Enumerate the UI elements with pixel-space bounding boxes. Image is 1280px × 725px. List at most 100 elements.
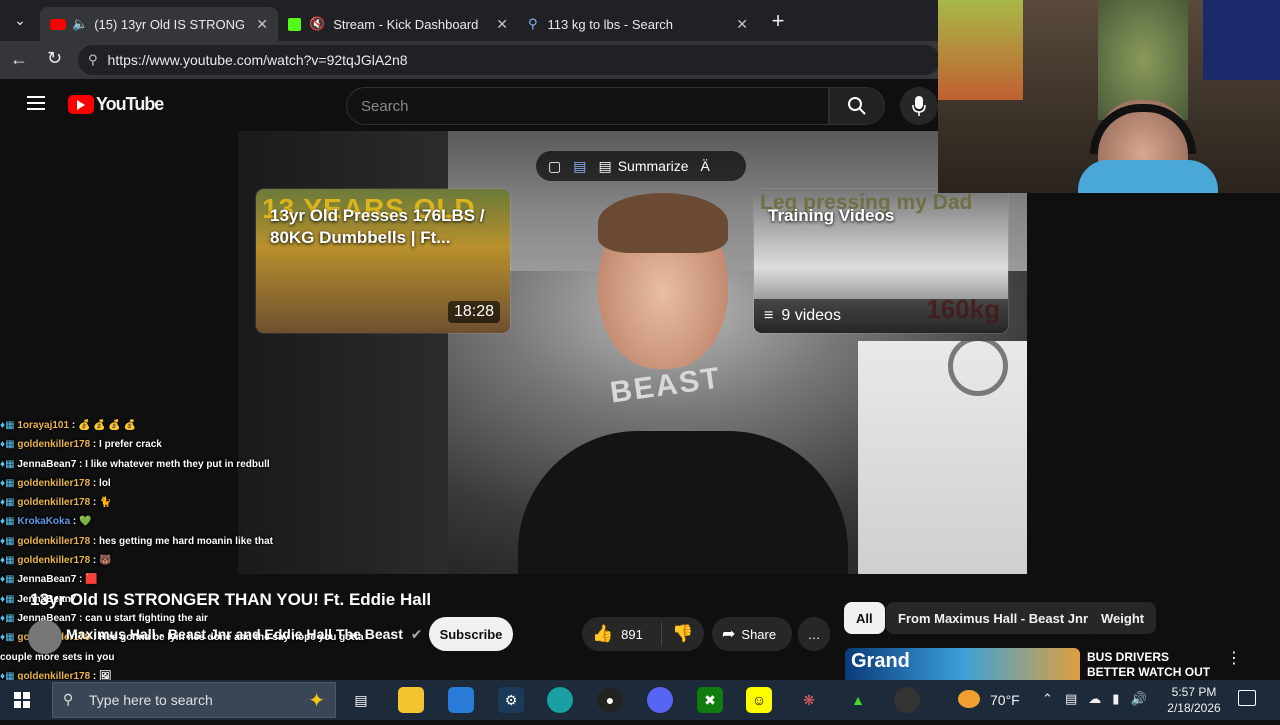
chat-message: ♦▦ goldenkiller178 : lol — [0, 477, 111, 489]
clock[interactable]: 5:57 PM 2/18/2026 — [1158, 684, 1230, 716]
chat-message-text: hes getting me hard moanin like that — [99, 535, 273, 547]
muted-speaker-icon[interactable]: 🔇 — [309, 16, 325, 32]
search-input[interactable]: Search — [346, 87, 829, 125]
more-horizontal-icon: … — [807, 626, 821, 642]
chat-message-text: I prefer crack — [99, 439, 162, 451]
summarize-button[interactable]: ▤ Summarize — [598, 158, 688, 175]
voice-search-button[interactable] — [900, 87, 938, 125]
obs-icon[interactable]: ● — [597, 687, 623, 713]
video-title: 13yr Old IS STRONGER THAN YOU! Ft. Eddie… — [30, 590, 432, 609]
screenshot-icon[interactable]: ▤ — [573, 158, 586, 175]
playlist-icon: ≡ — [764, 307, 774, 324]
menu-icon[interactable] — [27, 96, 45, 110]
steam-icon[interactable]: ⚙ — [498, 687, 524, 713]
share-button[interactable]: ➦ Share — [712, 617, 792, 651]
chat-username: goldenkiller178 — [17, 497, 91, 509]
like-button[interactable]: 👍 891 — [582, 622, 662, 646]
document-icon: ▤ — [598, 157, 612, 174]
thumbs-down-icon: 👎 — [672, 624, 694, 643]
thumbs-up-icon: 👍 — [592, 624, 614, 643]
browser-toolbar: ← ↻ ⚲ https://www.youtube.com/watch?v=92… — [0, 41, 940, 79]
chat-username: goldenkiller178 — [17, 477, 91, 489]
chip-weight[interactable]: Weight — [1089, 602, 1157, 634]
close-tab-icon[interactable]: ✕ — [256, 16, 268, 33]
playlist-count: ≡ 9 videos — [754, 299, 1008, 333]
tab-kick[interactable]: 🔇 Stream - Kick Dashboard ✕ — [278, 7, 518, 41]
recommendation-thumbnail[interactable]: Grand — [845, 648, 1080, 680]
new-tab-icon[interactable]: + — [758, 8, 798, 34]
volume-icon[interactable]: 🔊 — [1130, 691, 1146, 707]
end-card-video[interactable]: 13 YEARS OLD 13yr Old Presses 176LBS / 8… — [256, 189, 510, 333]
flag — [1203, 0, 1280, 80]
chip-from-channel[interactable]: From Maximus Hall - Beast Jnr — [886, 602, 1100, 634]
speaker-icon[interactable]: 🔈 — [72, 16, 88, 32]
end-card-playlist[interactable]: Leg pressing my Dad 160kg Training Video… — [754, 189, 1008, 333]
translate-icon[interactable]: Ä — [701, 158, 710, 174]
razer-icon[interactable]: ▲ — [845, 687, 871, 713]
weather-icon[interactable] — [958, 690, 980, 708]
search-button[interactable] — [829, 87, 885, 125]
share-label: Share — [741, 626, 777, 642]
show-hidden-icons-icon[interactable]: ⌃ — [1042, 691, 1053, 707]
tab-search[interactable]: ⚲ 113 kg to lbs - Search ✕ — [518, 7, 758, 41]
chat-message-text: 🐈 — [99, 497, 112, 509]
chat-badge-icon: ♦▦ — [0, 477, 18, 489]
tray-icons[interactable]: ▤ ☁ ▮ 🔊 — [1065, 691, 1147, 707]
tab-title: 113 kg to lbs - Search — [547, 16, 674, 32]
snapchat-icon[interactable]: ☺ — [746, 687, 772, 713]
reload-icon[interactable]: ↻ — [47, 48, 62, 69]
video-player[interactable]: BEAST 13 YEARS OLD 13yr Old Presses 176L… — [238, 131, 1027, 574]
shirt-logo: BEAST — [608, 361, 724, 410]
edge-icon[interactable] — [547, 687, 573, 713]
recommendation-title[interactable]: BUS DRIVERS BETTER WATCH OUT TODAY! — [1087, 650, 1217, 680]
tab-list-dropdown-icon[interactable]: ⌄ — [0, 12, 40, 29]
youtube-header: YouTube Search — [0, 79, 938, 131]
person-hair — [598, 193, 728, 253]
battery-icon[interactable]: ▮ — [1112, 691, 1119, 707]
chip-all[interactable]: All — [844, 602, 885, 634]
playlist-count-label: 9 videos — [781, 307, 841, 324]
close-tab-icon[interactable]: ✕ — [496, 16, 508, 33]
share-icon: ➦ — [722, 626, 736, 643]
chat-username: goldenkiller178 — [17, 535, 91, 547]
recommendation-menu-icon[interactable]: ⋮ — [1226, 648, 1242, 668]
cloud-icon[interactable]: ☁ — [1088, 691, 1101, 707]
subscribe-button[interactable]: Subscribe — [429, 617, 513, 651]
app-icon[interactable]: ❋ — [796, 687, 822, 713]
chat-message-text: lol — [99, 477, 111, 489]
channel-name[interactable]: Maximus Hall - Beast Jnr and Eddie Hall … — [66, 626, 423, 643]
close-tab-icon[interactable]: ✕ — [736, 16, 748, 33]
more-actions-button[interactable]: … — [798, 617, 830, 651]
collapse-icon[interactable]: ▢ — [548, 158, 561, 175]
dislike-button[interactable]: 👎 — [662, 624, 693, 644]
site-info-icon[interactable]: ⚲ — [88, 52, 98, 68]
tab-youtube[interactable]: 🔈 (15) 13yr Old IS STRONGER TH ✕ — [40, 7, 278, 41]
youtube-logo[interactable]: YouTube — [68, 94, 164, 115]
taskbar-search-input[interactable]: ⚲ Type here to search ✦ — [52, 682, 336, 718]
youtube-logo-text: YouTube — [96, 94, 164, 114]
back-icon[interactable]: ← — [10, 49, 28, 70]
task-view-icon[interactable]: ▤ — [348, 687, 374, 713]
channel-avatar[interactable] — [28, 620, 62, 654]
sparkle-icon: ✦ — [308, 690, 325, 712]
microsoft-store-icon[interactable] — [448, 687, 474, 713]
chrome-icon[interactable] — [894, 687, 920, 713]
chat-username: goldenkiller178 — [17, 439, 91, 451]
network-icon[interactable]: ▤ — [1065, 691, 1077, 707]
chat-message: ♦▦ goldenkiller178 : 🐻 — [0, 555, 112, 567]
xbox-icon[interactable]: ✖ — [697, 687, 723, 713]
discord-icon[interactable] — [647, 687, 673, 713]
summarize-label: Summarize — [617, 158, 689, 174]
start-icon[interactable] — [14, 692, 30, 708]
address-bar[interactable]: ⚲ https://www.youtube.com/watch?v=92tqJG… — [78, 45, 940, 75]
kick-favicon-icon — [288, 17, 301, 31]
youtube-favicon-icon — [50, 18, 66, 30]
streamer-shirt — [1078, 160, 1218, 193]
person-body — [518, 431, 848, 574]
end-card-title: 13yr Old Presses 176LBS / 80KG Dumbbells… — [270, 206, 485, 247]
tab-title: Stream - Kick Dashboard — [333, 16, 479, 32]
notifications-icon[interactable] — [1238, 690, 1256, 706]
chat-message: ♦▦ 1orayaj101 : 💰 💰 💰 💰 — [0, 420, 137, 431]
weather-text[interactable]: 70°F — [990, 692, 1020, 708]
file-explorer-icon[interactable] — [398, 687, 424, 713]
